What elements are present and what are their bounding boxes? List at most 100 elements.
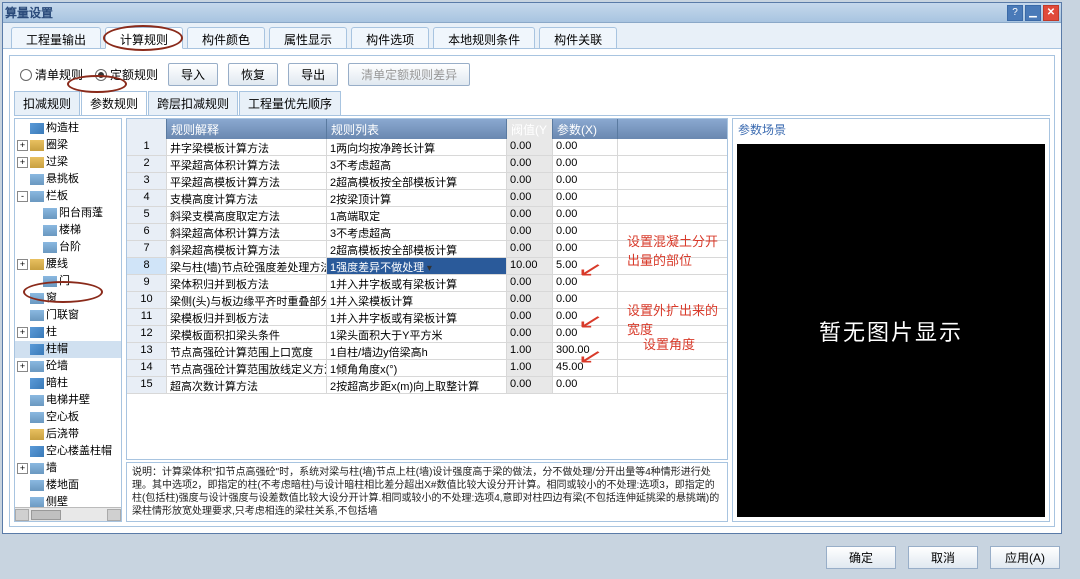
- cell-rule-list[interactable]: 1倾角角度x(°): [327, 360, 507, 376]
- close-button[interactable]: ✕: [1043, 5, 1059, 21]
- table-row[interactable]: 15超高次数计算方法2按超高步距x(m)向上取整计算0.000.00: [127, 377, 727, 394]
- cell-rule-list[interactable]: 1梁头面积大于Y平方米: [327, 326, 507, 342]
- tree-toggle-icon[interactable]: +: [17, 140, 28, 151]
- sub-tab-0[interactable]: 扣减规则: [14, 91, 80, 115]
- tree-item-砼墙[interactable]: +砼墙: [15, 358, 121, 375]
- cell-num: 14: [127, 360, 167, 376]
- table-row[interactable]: 14节点高强砼计算范围放线定义方法1倾角角度x(°)1.0045.00: [127, 360, 727, 377]
- table-row[interactable]: 6斜梁超高体积计算方法3不考虑超高0.000.00: [127, 224, 727, 241]
- tree-toggle-icon[interactable]: +: [17, 327, 28, 338]
- tree-item-空心楼盖柱帽[interactable]: 空心楼盖柱帽: [15, 443, 121, 460]
- scroll-right-icon[interactable]: [107, 509, 121, 521]
- tree-list[interactable]: 构造柱+圈梁+过梁悬挑板-栏板阳台雨蓬楼梯台阶+腰线门窗门联窗+柱柱帽+砼墙暗柱…: [15, 119, 121, 521]
- table-row[interactable]: 3平梁超高模板计算方法2超高模板按全部模板计算0.000.00: [127, 173, 727, 190]
- top-tab-3[interactable]: 属性显示: [269, 27, 347, 48]
- cell-rule-list[interactable]: 1高端取定: [327, 207, 507, 223]
- table-row[interactable]: 10梁侧(头)与板边缘平齐时重叠部分的1并入梁模板计算0.000.00: [127, 292, 727, 309]
- top-tab-4[interactable]: 构件选项: [351, 27, 429, 48]
- top-tab-2[interactable]: 构件颜色: [187, 27, 265, 48]
- tree-toggle-icon[interactable]: +: [17, 157, 28, 168]
- tree-item-楼地面[interactable]: 楼地面: [15, 477, 121, 494]
- scroll-thumb[interactable]: [31, 510, 61, 520]
- tree-hscrollbar[interactable]: [15, 507, 121, 521]
- table-row[interactable]: 13节点高强砼计算范围上口宽度1自柱/墙边y倍梁高h1.00300.00: [127, 343, 727, 360]
- tree-label: 悬挑板: [46, 171, 79, 188]
- minimize-button[interactable]: ▁: [1025, 5, 1041, 21]
- tree-item-墙[interactable]: +墙: [15, 460, 121, 477]
- tree-node-icon: [43, 276, 57, 287]
- cell-rule-list[interactable]: 2按梁顶计算: [327, 190, 507, 206]
- tree-item-过梁[interactable]: +过梁: [15, 154, 121, 171]
- tree-item-后浇带[interactable]: 后浇带: [15, 426, 121, 443]
- sub-tab-2[interactable]: 跨层扣减规则: [148, 91, 238, 115]
- tree-item-柱[interactable]: +柱: [15, 324, 121, 341]
- radio-qingdan[interactable]: 清单规则: [20, 66, 83, 83]
- tree-item-腰线[interactable]: +腰线: [15, 256, 121, 273]
- tree-toggle-icon[interactable]: +: [17, 463, 28, 474]
- sub-tab-1[interactable]: 参数规则: [81, 91, 147, 115]
- table-row[interactable]: 1井字梁模板计算方法1两向均按净跨长计算0.000.00: [127, 139, 727, 156]
- chevron-down-icon[interactable]: ▾: [424, 263, 432, 274]
- tree-item-台阶[interactable]: 台阶: [15, 239, 121, 256]
- cell-explain: 梁模板归并到板方法: [167, 309, 327, 325]
- export-button[interactable]: 导出: [288, 63, 338, 86]
- cell-rule-list[interactable]: 2超高模板按全部模板计算: [327, 241, 507, 257]
- cell-rule-list[interactable]: 1并入梁模板计算: [327, 292, 507, 308]
- diff-button[interactable]: 清单定额规则差异: [348, 63, 470, 86]
- restore-button[interactable]: 恢复: [228, 63, 278, 86]
- table-row[interactable]: 12梁模板面积扣梁头条件1梁头面积大于Y平方米0.000.00: [127, 326, 727, 343]
- table-row[interactable]: 5斜梁支模高度取定方法1高端取定0.000.00: [127, 207, 727, 224]
- tree-item-柱帽[interactable]: 柱帽: [15, 341, 121, 358]
- rules-table: 规则解释 规则列表 阀值(Y 参数(X) 1井字梁模板计算方法1两向均按净跨长计…: [126, 118, 728, 460]
- tree-item-门[interactable]: 门: [15, 273, 121, 290]
- cell-rule-list[interactable]: 1并入井字板或有梁板计算: [327, 309, 507, 325]
- tree-label: 门联窗: [46, 307, 79, 324]
- tree-toggle-icon[interactable]: +: [17, 361, 28, 372]
- top-tab-6[interactable]: 构件关联: [539, 27, 617, 48]
- cell-threshold: 0.00: [507, 326, 553, 342]
- top-tab-1[interactable]: 计算规则: [105, 27, 183, 49]
- cancel-button[interactable]: 取消: [908, 546, 978, 569]
- cell-rule-list[interactable]: 1强度差异不做处理 ▾: [327, 258, 507, 274]
- tree-item-栏板[interactable]: -栏板: [15, 188, 121, 205]
- tree-item-空心板[interactable]: 空心板: [15, 409, 121, 426]
- sub-tab-3[interactable]: 工程量优先顺序: [239, 91, 341, 115]
- tree-item-电梯井壁[interactable]: 电梯井壁: [15, 392, 121, 409]
- top-tabstrip: 工程量输出计算规则构件颜色属性显示构件选项本地规则条件构件关联: [3, 23, 1061, 49]
- top-tab-5[interactable]: 本地规则条件: [433, 27, 535, 48]
- tree-item-楼梯[interactable]: 楼梯: [15, 222, 121, 239]
- tree-item-门联窗[interactable]: 门联窗: [15, 307, 121, 324]
- top-tab-0[interactable]: 工程量输出: [11, 27, 101, 48]
- scroll-left-icon[interactable]: [15, 509, 29, 521]
- tree-item-暗柱[interactable]: 暗柱: [15, 375, 121, 392]
- cell-rule-list[interactable]: 2超高模板按全部模板计算: [327, 173, 507, 189]
- tree-item-构造柱[interactable]: 构造柱: [15, 120, 121, 137]
- cell-rule-list[interactable]: 3不考虑超高: [327, 156, 507, 172]
- cell-rule-list[interactable]: 2按超高步距x(m)向上取整计算: [327, 377, 507, 393]
- table-row[interactable]: 11梁模板归并到板方法1并入井字板或有梁板计算0.000.00: [127, 309, 727, 326]
- cell-rule-list[interactable]: 1并入井字板或有梁板计算: [327, 275, 507, 291]
- table-body[interactable]: 1井字梁模板计算方法1两向均按净跨长计算0.000.002平梁超高体积计算方法3…: [127, 139, 727, 394]
- tree-item-窗[interactable]: 窗: [15, 290, 121, 307]
- import-button[interactable]: 导入: [168, 63, 218, 86]
- help-button[interactable]: ?: [1007, 5, 1023, 21]
- table-row[interactable]: 2平梁超高体积计算方法3不考虑超高0.000.00: [127, 156, 727, 173]
- tree-toggle-icon[interactable]: +: [17, 259, 28, 270]
- tree-item-悬挑板[interactable]: 悬挑板: [15, 171, 121, 188]
- cell-num: 9: [127, 275, 167, 291]
- cell-rule-list[interactable]: 1自柱/墙边y倍梁高h: [327, 343, 507, 359]
- table-row[interactable]: 4支模高度计算方法2按梁顶计算0.000.00: [127, 190, 727, 207]
- radio-dinge[interactable]: 定额规则: [95, 66, 158, 83]
- table-row[interactable]: 8梁与柱(墙)节点砼强度差处理方法1强度差异不做处理 ▾10.005.00: [127, 258, 727, 275]
- ok-button[interactable]: 确定: [826, 546, 896, 569]
- cell-rule-list[interactable]: 3不考虑超高: [327, 224, 507, 240]
- cell-rule-list[interactable]: 1两向均按净跨长计算: [327, 139, 507, 155]
- apply-button[interactable]: 应用(A): [990, 546, 1060, 569]
- cell-num: 3: [127, 173, 167, 189]
- tree-toggle-icon[interactable]: -: [17, 191, 28, 202]
- tree-item-圈梁[interactable]: +圈梁: [15, 137, 121, 154]
- table-row[interactable]: 9梁体积归并到板方法1并入井字板或有梁板计算0.000.00: [127, 275, 727, 292]
- tree-item-阳台雨蓬[interactable]: 阳台雨蓬: [15, 205, 121, 222]
- table-row[interactable]: 7斜梁超高模板计算方法2超高模板按全部模板计算0.000.00: [127, 241, 727, 258]
- subtabs: 扣减规则参数规则跨层扣减规则工程量优先顺序: [14, 91, 1050, 116]
